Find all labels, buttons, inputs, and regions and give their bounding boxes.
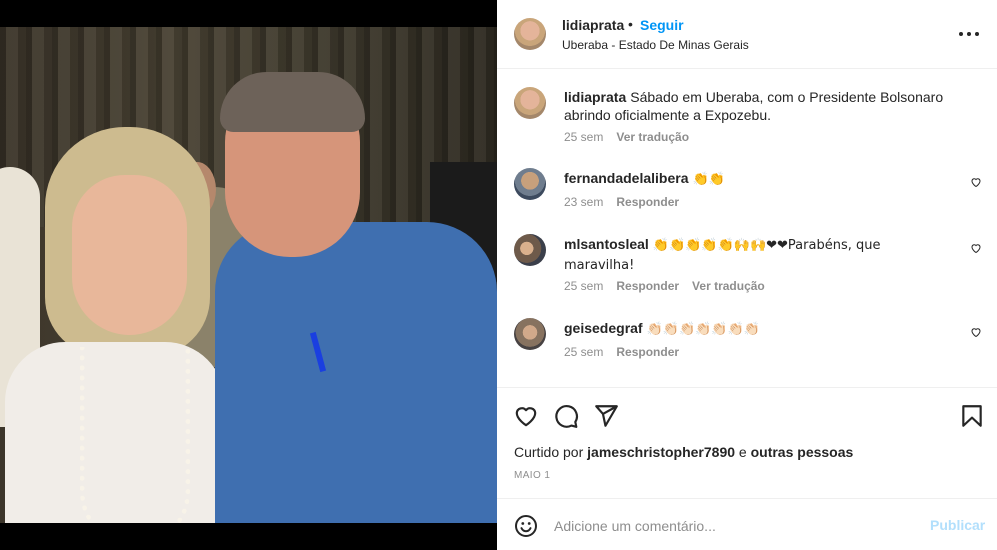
comment-username[interactable]: mlsantosleal xyxy=(564,236,649,252)
commenter-avatar[interactable] xyxy=(514,168,546,200)
like-heart-icon[interactable] xyxy=(513,403,539,429)
add-comment-bar: Publicar xyxy=(497,498,997,550)
liked-conjunction: e xyxy=(738,444,747,460)
comment-time[interactable]: 25 sem xyxy=(564,279,603,293)
post-date[interactable]: MAIO 1 xyxy=(514,470,550,481)
comment-username[interactable]: geisedegraf xyxy=(564,320,643,336)
post-photo[interactable] xyxy=(0,27,497,523)
comment-text: geisedegraf 👏🏻👏🏻👏🏻👏🏻👏🏻👏🏻👏🏻 xyxy=(564,319,954,339)
comment-text: fernandadelalibera 👏👏 xyxy=(564,169,954,189)
liked-by-summary: Curtido por jameschristopher7890 e outra… xyxy=(514,444,853,460)
caption-text: lidiaprata Sábado em Uberaba, com o Presi… xyxy=(564,88,954,124)
comment-body: 👏🏻👏🏻👏🏻👏🏻👏🏻👏🏻👏🏻 xyxy=(646,322,760,337)
liked-others-link[interactable]: outras pessoas xyxy=(751,444,854,460)
comment-body: 👏👏 xyxy=(692,172,725,187)
reply-button[interactable]: Responder xyxy=(616,279,679,293)
post-location[interactable]: Uberaba - Estado De Minas Gerais xyxy=(562,38,749,52)
comment-input[interactable] xyxy=(554,515,914,537)
comment-text: mlsantosleal 👏👏👏👏👏🙌🙌❤❤Parabéns, que marav… xyxy=(564,235,954,275)
reply-button[interactable]: Responder xyxy=(616,195,679,209)
comment-username[interactable]: fernandadelalibera xyxy=(564,170,689,186)
caption-translate-link[interactable]: Ver tradução xyxy=(616,130,689,144)
post-actions: Curtido por jameschristopher7890 e outra… xyxy=(497,387,997,498)
comment-time[interactable]: 25 sem xyxy=(564,345,603,359)
header-separator: • xyxy=(628,16,633,32)
more-options-icon[interactable] xyxy=(959,24,979,44)
publish-button[interactable]: Publicar xyxy=(930,517,985,533)
caption-meta: 25 sem Ver tradução xyxy=(564,130,689,144)
follow-button[interactable]: Seguir xyxy=(640,17,684,33)
more-dot xyxy=(975,32,979,36)
share-send-icon[interactable] xyxy=(593,403,619,429)
caption-username[interactable]: lidiaprata xyxy=(564,89,626,105)
more-dot xyxy=(959,32,963,36)
photo-pearl-necklace xyxy=(80,347,190,523)
liked-prefix: Curtido por xyxy=(514,444,584,460)
post-media[interactable] xyxy=(0,0,497,550)
comment-time[interactable]: 23 sem xyxy=(564,195,603,209)
commenter-avatar[interactable] xyxy=(514,234,546,266)
emoji-smiley-icon[interactable] xyxy=(514,514,538,538)
comment-meta: 25 sem Responder xyxy=(564,345,679,359)
post-header: lidiaprata • Seguir Uberaba - Estado De … xyxy=(497,0,997,69)
like-comment-heart-icon[interactable] xyxy=(970,242,982,254)
comment-bubble-icon[interactable] xyxy=(553,403,579,429)
photo-woman-face xyxy=(72,175,187,335)
author-username[interactable]: lidiaprata xyxy=(562,17,624,33)
photo-man-shirt xyxy=(215,222,497,523)
commenter-avatar[interactable] xyxy=(514,318,546,350)
more-dot xyxy=(967,32,971,36)
comments-list[interactable]: lidiaprata Sábado em Uberaba, com o Presi… xyxy=(497,70,997,386)
like-comment-heart-icon[interactable] xyxy=(970,176,982,188)
caption-time[interactable]: 25 sem xyxy=(564,130,603,144)
liked-by-user[interactable]: jameschristopher7890 xyxy=(587,444,735,460)
comment-translate-link[interactable]: Ver tradução xyxy=(692,279,765,293)
author-avatar[interactable] xyxy=(514,18,546,50)
photo-man-hair xyxy=(220,72,365,132)
caption-avatar[interactable] xyxy=(514,87,546,119)
comment-meta: 25 sem Responder Ver tradução xyxy=(564,279,765,293)
reply-button[interactable]: Responder xyxy=(616,345,679,359)
post-side-panel: lidiaprata • Seguir Uberaba - Estado De … xyxy=(497,0,997,550)
like-comment-heart-icon[interactable] xyxy=(970,326,982,338)
comment-meta: 23 sem Responder xyxy=(564,195,679,209)
save-bookmark-icon[interactable] xyxy=(959,403,985,429)
